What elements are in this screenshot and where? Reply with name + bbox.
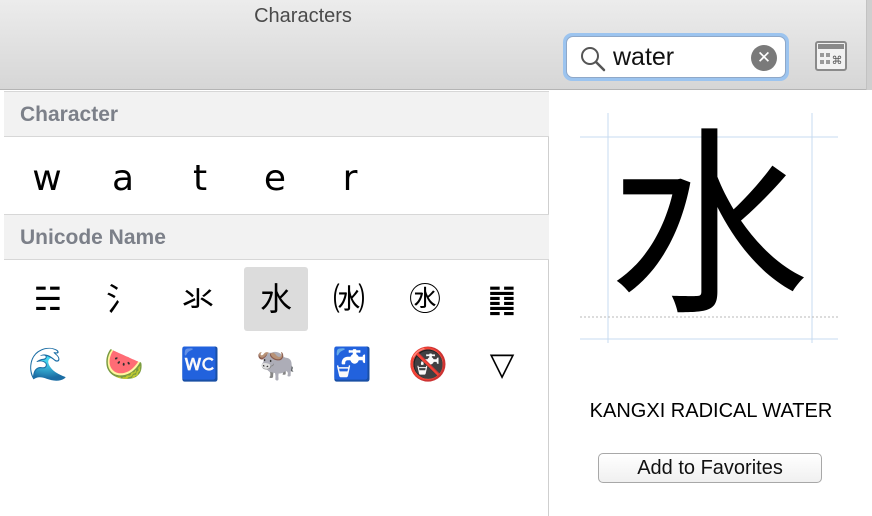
unicode-result[interactable]: 氵 [92,269,152,329]
character-result[interactable]: e [245,149,305,209]
unicode-result[interactable]: 🐃 [246,334,306,394]
section-header-character: Character [4,91,549,137]
section-header-unicode-name: Unicode Name [4,214,549,260]
character-result[interactable]: t [170,149,230,209]
keyboard-grid-icon: ⌘ [818,44,844,67]
keyboard-viewer-button[interactable]: ⌘ [815,41,847,71]
search-field[interactable]: ✕ [566,36,786,78]
glyph-preview: 水 [580,113,838,343]
selected-glyph: 水 [608,111,809,344]
unicode-result[interactable]: ䷜ [472,269,532,329]
unicode-result-selected[interactable]: 水 [244,267,308,331]
results-panel: Character w a t e r Unicode Name ☵ 氵 氺 水… [4,91,549,516]
window-edge [866,0,872,90]
clear-search-icon[interactable]: ✕ [751,45,777,71]
search-icon [581,47,606,72]
unicode-result[interactable]: 🚰 [322,334,382,394]
selected-character-name: KANGXI RADICAL WATER [589,400,833,422]
add-to-favorites-button[interactable]: Add to Favorites [598,453,822,483]
unicode-result[interactable]: 🚾 [170,334,230,394]
svg-text:⌘: ⌘ [832,54,843,67]
unicode-result[interactable]: 🌊 [18,334,78,394]
window-title: Characters [254,5,352,27]
search-input[interactable] [613,41,743,73]
unicode-result[interactable]: ▽ [472,334,532,394]
search-focus-ring: ✕ [563,33,789,81]
unicode-result[interactable]: ㊌ [395,269,455,329]
unicode-result[interactable]: ☵ [18,269,78,329]
character-result[interactable]: a [93,149,153,209]
character-result[interactable]: r [320,149,380,209]
character-detail-panel: 水 KANGXI RADICAL WATER Add to Favorites [550,91,872,516]
unicode-result[interactable]: 🍉 [94,334,154,394]
character-result[interactable]: w [17,149,77,209]
unicode-result[interactable]: 🚱 [398,334,458,394]
unicode-result[interactable]: ㈬ [319,269,379,329]
window-titlebar: Characters ✕ ⌘ [0,0,872,90]
unicode-result[interactable]: 氺 [168,269,228,329]
